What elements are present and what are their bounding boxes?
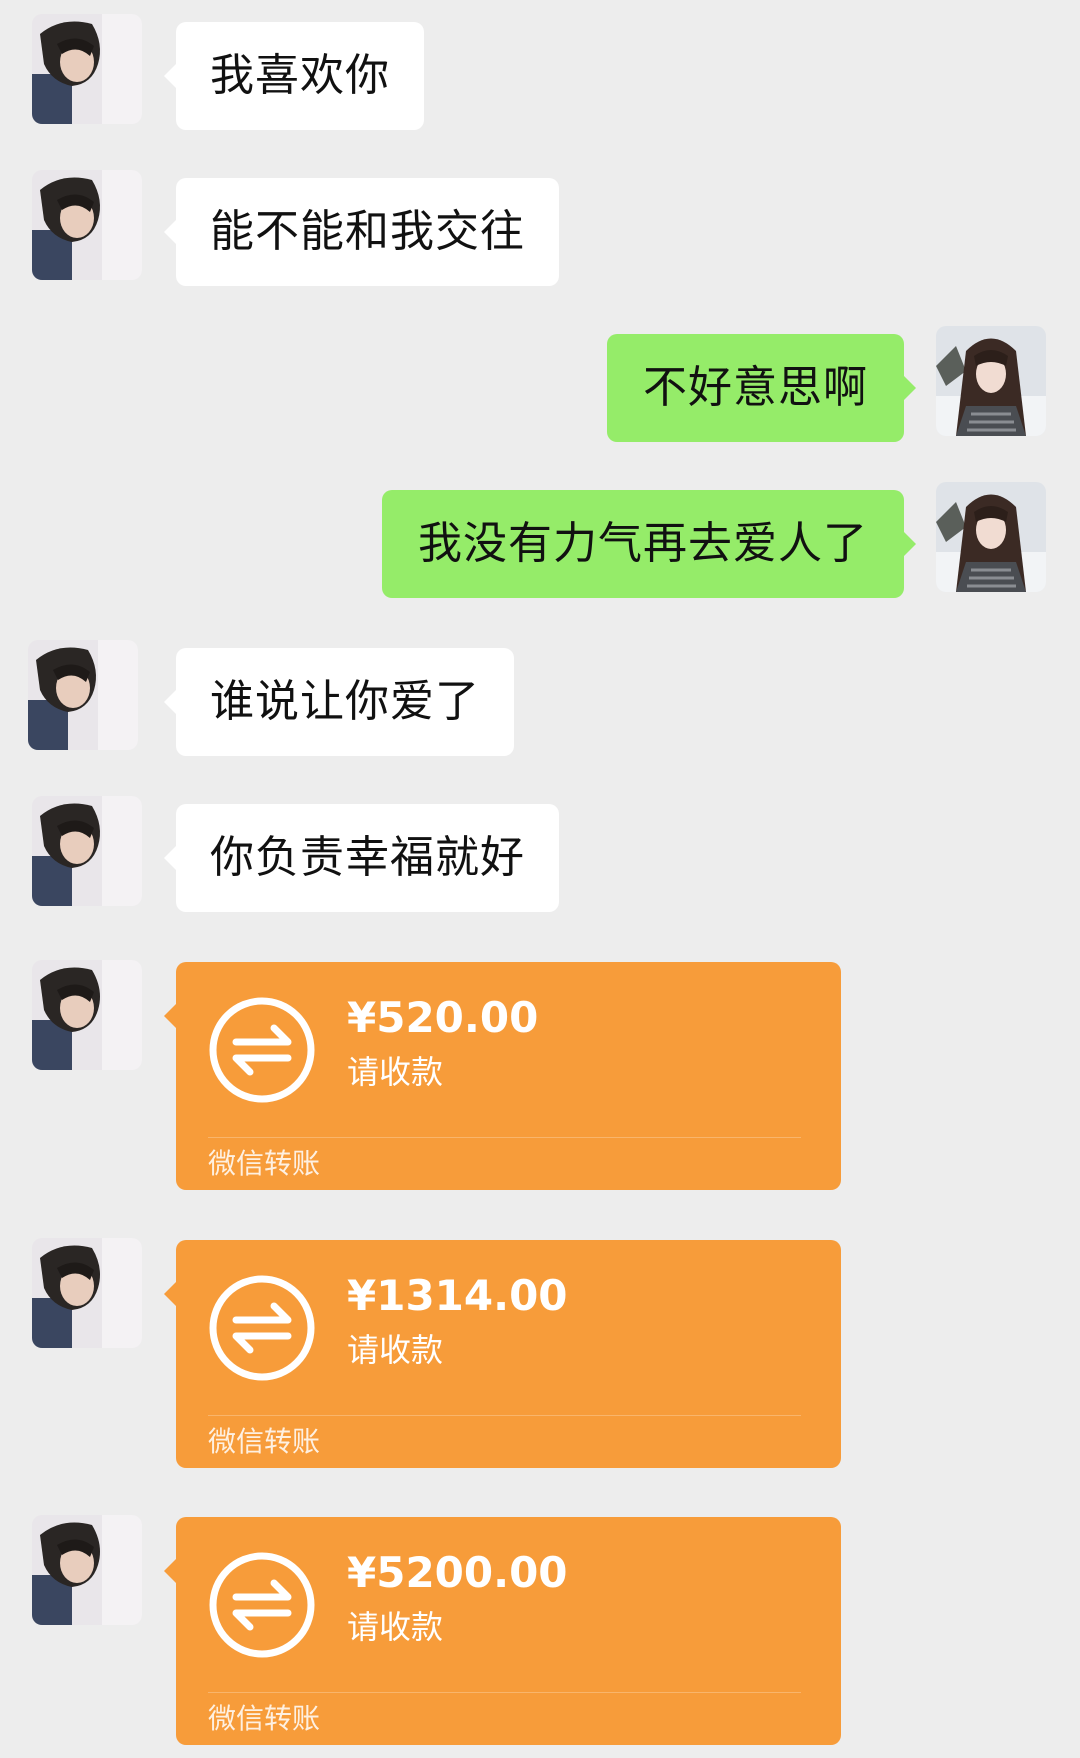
transfer-footer: 微信转账 (208, 1702, 321, 1735)
message-row: ¥1314.00 请收款 微信转账 (0, 1238, 1080, 1470)
message-row: 谁说让你爱了 (0, 640, 1080, 760)
transfer-arrows-icon (208, 1551, 316, 1659)
divider (208, 1692, 801, 1693)
message-row: 你负责幸福就好 (0, 796, 1080, 916)
boy-avatar-icon[interactable] (32, 14, 142, 124)
boy-avatar-icon[interactable] (32, 170, 142, 280)
boy-avatar-icon[interactable] (28, 640, 138, 750)
message-row: 不好意思啊 (0, 326, 1080, 446)
message-row: ¥520.00 请收款 微信转账 (0, 960, 1080, 1192)
message-row: ¥5200.00 请收款 微信转账 (0, 1515, 1080, 1747)
transfer-status: 请收款 (347, 1608, 444, 1646)
boy-avatar-icon[interactable] (32, 1515, 142, 1625)
message-row: 能不能和我交往 (0, 170, 1080, 290)
message-row: 我喜欢你 (0, 14, 1080, 134)
transfer-card[interactable]: ¥1314.00 请收款 微信转账 (164, 1240, 841, 1468)
transfer-arrows-icon (208, 1274, 316, 1382)
boy-avatar-icon[interactable] (32, 1238, 142, 1348)
girl-avatar-icon[interactable] (936, 482, 1046, 592)
transfer-card[interactable]: ¥5200.00 请收款 微信转账 (164, 1517, 841, 1745)
transfer-arrows-icon (208, 996, 316, 1104)
message-bubble[interactable]: 我没有力气再去爱人了 (382, 490, 916, 598)
message-bubble[interactable]: 能不能和我交往 (164, 178, 559, 286)
divider (208, 1137, 801, 1138)
transfer-card[interactable]: ¥520.00 请收款 微信转账 (164, 962, 841, 1190)
transfer-footer: 微信转账 (208, 1147, 321, 1180)
divider (208, 1415, 801, 1416)
transfer-status: 请收款 (347, 1331, 444, 1369)
message-bubble[interactable]: 你负责幸福就好 (164, 804, 559, 912)
message-bubble[interactable]: 谁说让你爱了 (164, 648, 514, 756)
transfer-amount: ¥1314.00 (347, 1271, 568, 1320)
transfer-footer: 微信转账 (208, 1425, 321, 1458)
transfer-amount: ¥520.00 (347, 993, 539, 1042)
message-bubble[interactable]: 不好意思啊 (607, 334, 916, 442)
message-row: 我没有力气再去爱人了 (0, 482, 1080, 602)
boy-avatar-icon[interactable] (32, 960, 142, 1070)
transfer-status: 请收款 (347, 1053, 444, 1091)
message-bubble[interactable]: 我喜欢你 (164, 22, 424, 130)
transfer-amount: ¥5200.00 (347, 1548, 568, 1597)
girl-avatar-icon[interactable] (936, 326, 1046, 436)
boy-avatar-icon[interactable] (32, 796, 142, 906)
